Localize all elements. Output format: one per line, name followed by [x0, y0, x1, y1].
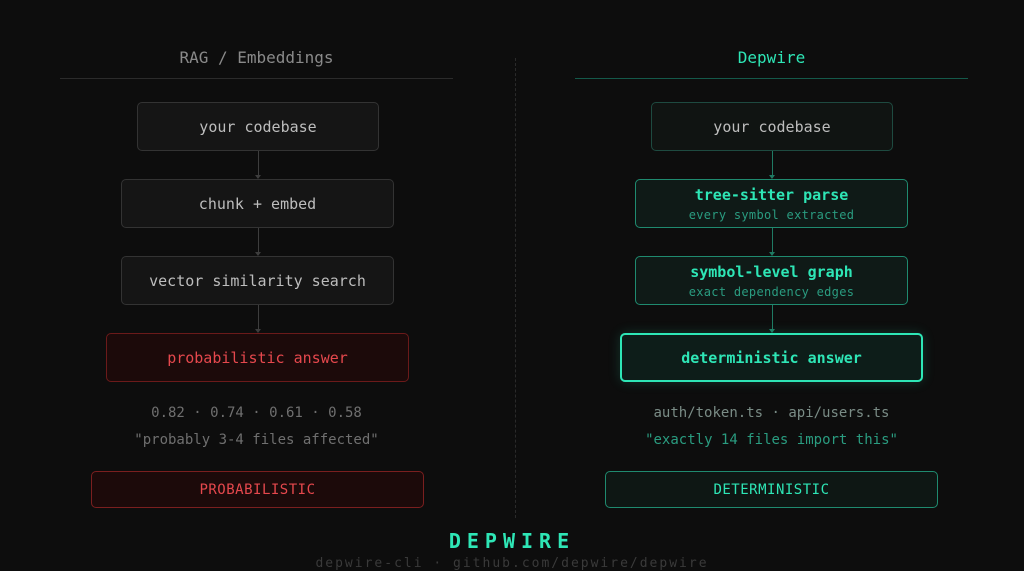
left-answer-box: probabilistic answer	[106, 333, 409, 382]
left-step-chunk-embed: chunk + embed	[121, 179, 394, 228]
right-step-tree-sitter-sub: every symbol extracted	[688, 207, 855, 222]
left-step-vector-search: vector similarity search	[121, 256, 394, 305]
left-step-codebase: your codebase	[137, 102, 379, 151]
right-quote: "exactly 14 files import this"	[645, 432, 898, 448]
right-file-list: auth/token.ts · api/users.ts	[653, 405, 890, 421]
right-column-title: Depwire	[737, 47, 806, 67]
left-arrow-1	[258, 151, 259, 175]
right-step-tree-sitter-label: tree-sitter parse	[694, 185, 849, 204]
brand-wordmark: DEPWIRE	[448, 529, 576, 553]
right-step-symbol-graph: symbol-level graph exact dependency edge…	[635, 256, 908, 305]
left-quote: "probably 3-4 files affected"	[134, 432, 379, 448]
right-answer-box: deterministic answer	[620, 333, 923, 382]
left-similarity-scores: 0.82 · 0.74 · 0.61 · 0.58	[151, 405, 362, 421]
right-arrow-2	[772, 228, 773, 252]
left-arrow-2	[258, 228, 259, 252]
right-step-codebase: your codebase	[651, 102, 893, 151]
right-step-symbol-graph-sub: exact dependency edges	[688, 284, 855, 299]
right-title-rule	[575, 78, 968, 79]
left-column-title: RAG / Embeddings	[179, 47, 334, 67]
column-divider	[515, 58, 516, 518]
left-arrow-3	[258, 305, 259, 329]
right-arrow-1	[772, 151, 773, 175]
right-badge-deterministic: DETERMINISTIC	[605, 471, 938, 508]
left-title-rule	[60, 78, 453, 79]
left-badge-probabilistic: PROBABILISTIC	[91, 471, 424, 508]
comparison-diagram: RAG / Embeddings your codebase chunk + e…	[0, 0, 1024, 571]
right-arrow-3	[772, 305, 773, 329]
brand-subtitle: depwire-cli · github.com/depwire/depwire	[315, 555, 709, 571]
right-step-tree-sitter: tree-sitter parse every symbol extracted	[635, 179, 908, 228]
right-step-symbol-graph-label: symbol-level graph	[690, 262, 853, 281]
